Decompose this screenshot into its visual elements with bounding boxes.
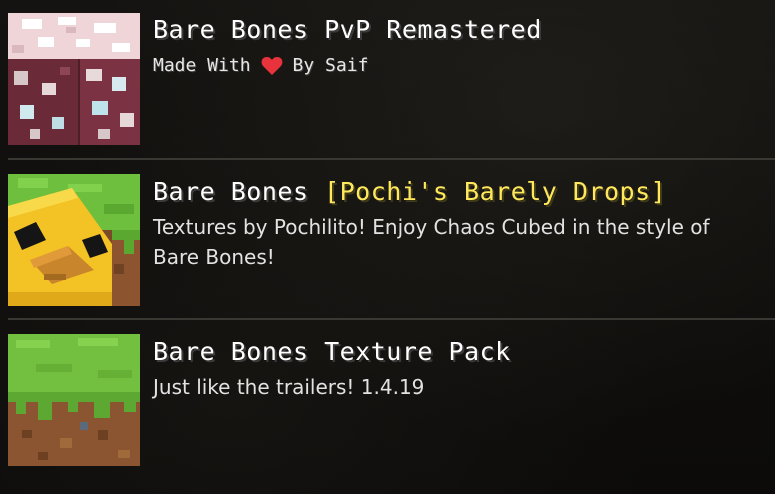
pack-title: Bare Bones [Pochi's Barely Drops] — [153, 176, 666, 208]
pack-list-item-bare-bones-texture-pack[interactable]: Bare Bones Texture Pack Just like the tr… — [0, 322, 775, 480]
pack-title: Bare Bones PvP Remastered — [153, 15, 542, 44]
pack-list-item-bare-bones-pvp-remastered[interactable]: Bare Bones PvP Remastered Made With By S… — [0, 0, 775, 158]
subtitle-prefix: Made With — [153, 55, 251, 76]
yellow-duck-grass-block-icon — [8, 174, 140, 306]
ore-block-icon — [8, 13, 140, 145]
list-divider — [8, 318, 775, 320]
pack-subtitle: Made With By Saif — [153, 54, 368, 78]
pack-title-prefix: Bare Bones — [153, 177, 325, 206]
resource-pack-list: Bare Bones PvP Remastered Made With By S… — [0, 0, 775, 494]
list-divider — [8, 158, 775, 160]
pack-description: Textures by Pochilito! Enjoy Chaos Cubed… — [153, 215, 710, 269]
pack-list-item-pochis-barely-drops[interactable]: Bare Bones [Pochi's Barely Drops] Textur… — [0, 162, 775, 320]
pack-title-accent: [Pochi's Barely Drops] — [324, 177, 667, 206]
pack-title: Bare Bones Texture Pack — [153, 337, 511, 366]
pack-description: Just like the trailers! 1.4.19 — [153, 375, 425, 399]
resource-pack-screen: Bare Bones PvP Remastered Made With By S… — [0, 0, 775, 494]
subtitle-suffix: By Saif — [292, 55, 369, 76]
grass-block-icon — [8, 334, 140, 466]
heart-icon — [261, 56, 283, 76]
